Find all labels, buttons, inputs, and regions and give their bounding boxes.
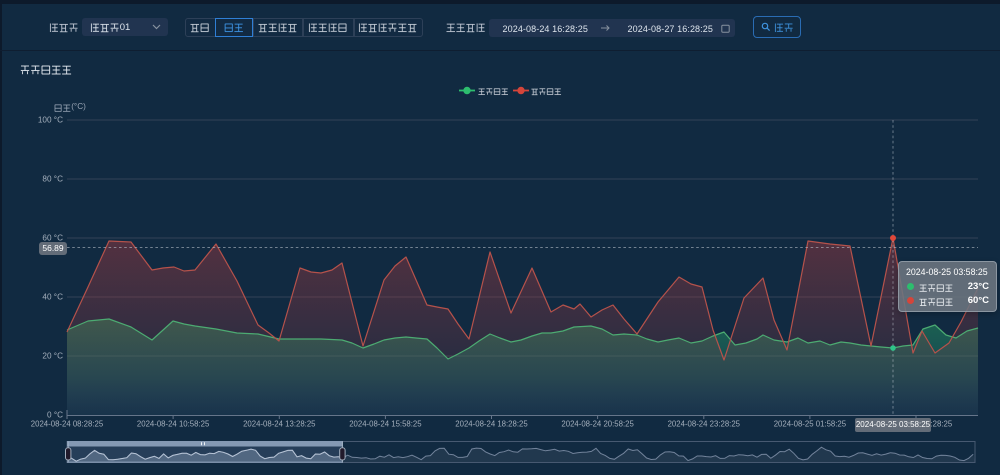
svg-text:0 °C: 0 °C (47, 411, 63, 420)
svg-text:2024-08-25 01:58:25: 2024-08-25 01:58:25 (774, 420, 847, 429)
svg-text:80 °C: 80 °C (42, 175, 63, 184)
svg-text:40 °C: 40 °C (42, 293, 63, 302)
svg-text:2024-08-24 23:28:25: 2024-08-24 23:28:25 (668, 420, 741, 429)
svg-text:2024-08-24 13:28:25: 2024-08-24 13:28:25 (243, 420, 316, 429)
svg-text:20 °C: 20 °C (42, 352, 63, 361)
svg-text:2024-08-24 20:58:25: 2024-08-24 20:58:25 (561, 420, 634, 429)
svg-text:2024-08-24 18:28:25: 2024-08-24 18:28:25 (455, 420, 528, 429)
svg-text:2024-08-24 08:28:25: 2024-08-24 08:28:25 (31, 420, 104, 429)
svg-text:2024-08-24 10:58:25: 2024-08-24 10:58:25 (137, 420, 210, 429)
svg-text:2024-08-24 15:58:25: 2024-08-24 15:58:25 (349, 420, 422, 429)
svg-text:100 °C: 100 °C (38, 116, 63, 125)
